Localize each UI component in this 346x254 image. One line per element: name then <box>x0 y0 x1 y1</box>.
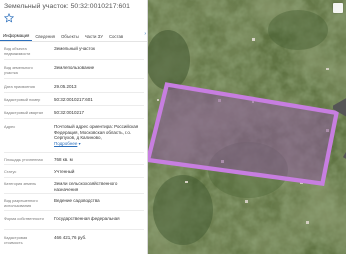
info-value: 29.05.2013 <box>54 84 77 89</box>
tab-details[interactable]: Сведения <box>32 34 58 41</box>
star-icon[interactable] <box>4 13 14 23</box>
app-root: Земельный участок: 50:32:0010217:601 Инф… <box>0 0 346 254</box>
info-label: Категория земель <box>4 181 37 186</box>
info-value: Землепользование <box>54 65 95 70</box>
layers-icon[interactable] <box>333 3 346 159</box>
divider <box>4 105 144 106</box>
divider <box>4 92 144 93</box>
info-label: Площадь уточненная <box>4 157 43 162</box>
info-label: Вид разрешенного использования <box>4 198 38 208</box>
land-parcel-outline[interactable] <box>148 0 346 254</box>
satellite-map[interactable] <box>148 0 346 254</box>
ownership-value: Государственная федеральная <box>54 216 120 221</box>
info-label: Дата присвоения <box>4 84 35 89</box>
divider <box>4 118 144 119</box>
divider <box>4 229 144 230</box>
info-panel: Земельный участок: 50:32:0010217:601 Инф… <box>0 0 148 254</box>
divider <box>4 152 144 153</box>
panel-title: Земельный участок: 50:32:0010217:601 <box>4 3 131 10</box>
info-label: Кадастровый номер <box>4 97 41 102</box>
info-label: Кадастровая стоимость <box>4 235 28 245</box>
divider <box>4 164 144 165</box>
area-value: 768 кв. м <box>54 157 73 162</box>
tab-parts[interactable]: Части ЗУ <box>82 34 106 41</box>
address-value: Почтовый адрес ориентира: Российская Фед… <box>54 124 142 146</box>
divider <box>4 210 144 211</box>
tab-bar: Информация Сведения Объекты Части ЗУ Сос… <box>0 30 147 42</box>
info-label: Кадастровый квартал <box>4 110 44 115</box>
chevron-right-icon[interactable]: › <box>144 31 146 37</box>
divider <box>4 193 144 194</box>
cadastral-quarter: 50:32:0010217 <box>54 110 85 115</box>
land-category-value: Земли сельскохозяйственного назначения <box>54 181 118 192</box>
permitted-use-value: Ведение садоводства <box>54 198 100 203</box>
tab-info[interactable]: Информация <box>0 33 33 41</box>
info-label: Вид объекта недвижимости <box>4 46 31 56</box>
details-link[interactable]: Подробнее <box>54 141 77 146</box>
tab-composition[interactable]: Состав <box>106 34 126 41</box>
info-value: Земельный участок <box>54 46 95 51</box>
address-text: Почтовый адрес ориентира: Российская Фед… <box>54 124 139 141</box>
status-value: Учтенный <box>54 169 75 174</box>
panel-header: Земельный участок: 50:32:0010217:601 <box>0 0 147 28</box>
cadastral-value: 466 421,76 руб. <box>54 235 87 240</box>
divider <box>4 59 144 60</box>
info-label: Статус <box>4 169 17 174</box>
info-label: Форма собственности <box>4 216 44 221</box>
cadastral-number: 50:32:0010217:601 <box>54 97 93 102</box>
chevron-down-icon[interactable]: ▾ <box>79 141 81 146</box>
divider <box>4 78 144 79</box>
divider <box>4 177 144 178</box>
info-label: Вид земельного участка <box>4 65 33 75</box>
info-label: Адрес <box>4 124 16 129</box>
map-controls <box>333 3 346 159</box>
tab-objects[interactable]: Объекты <box>58 34 82 41</box>
